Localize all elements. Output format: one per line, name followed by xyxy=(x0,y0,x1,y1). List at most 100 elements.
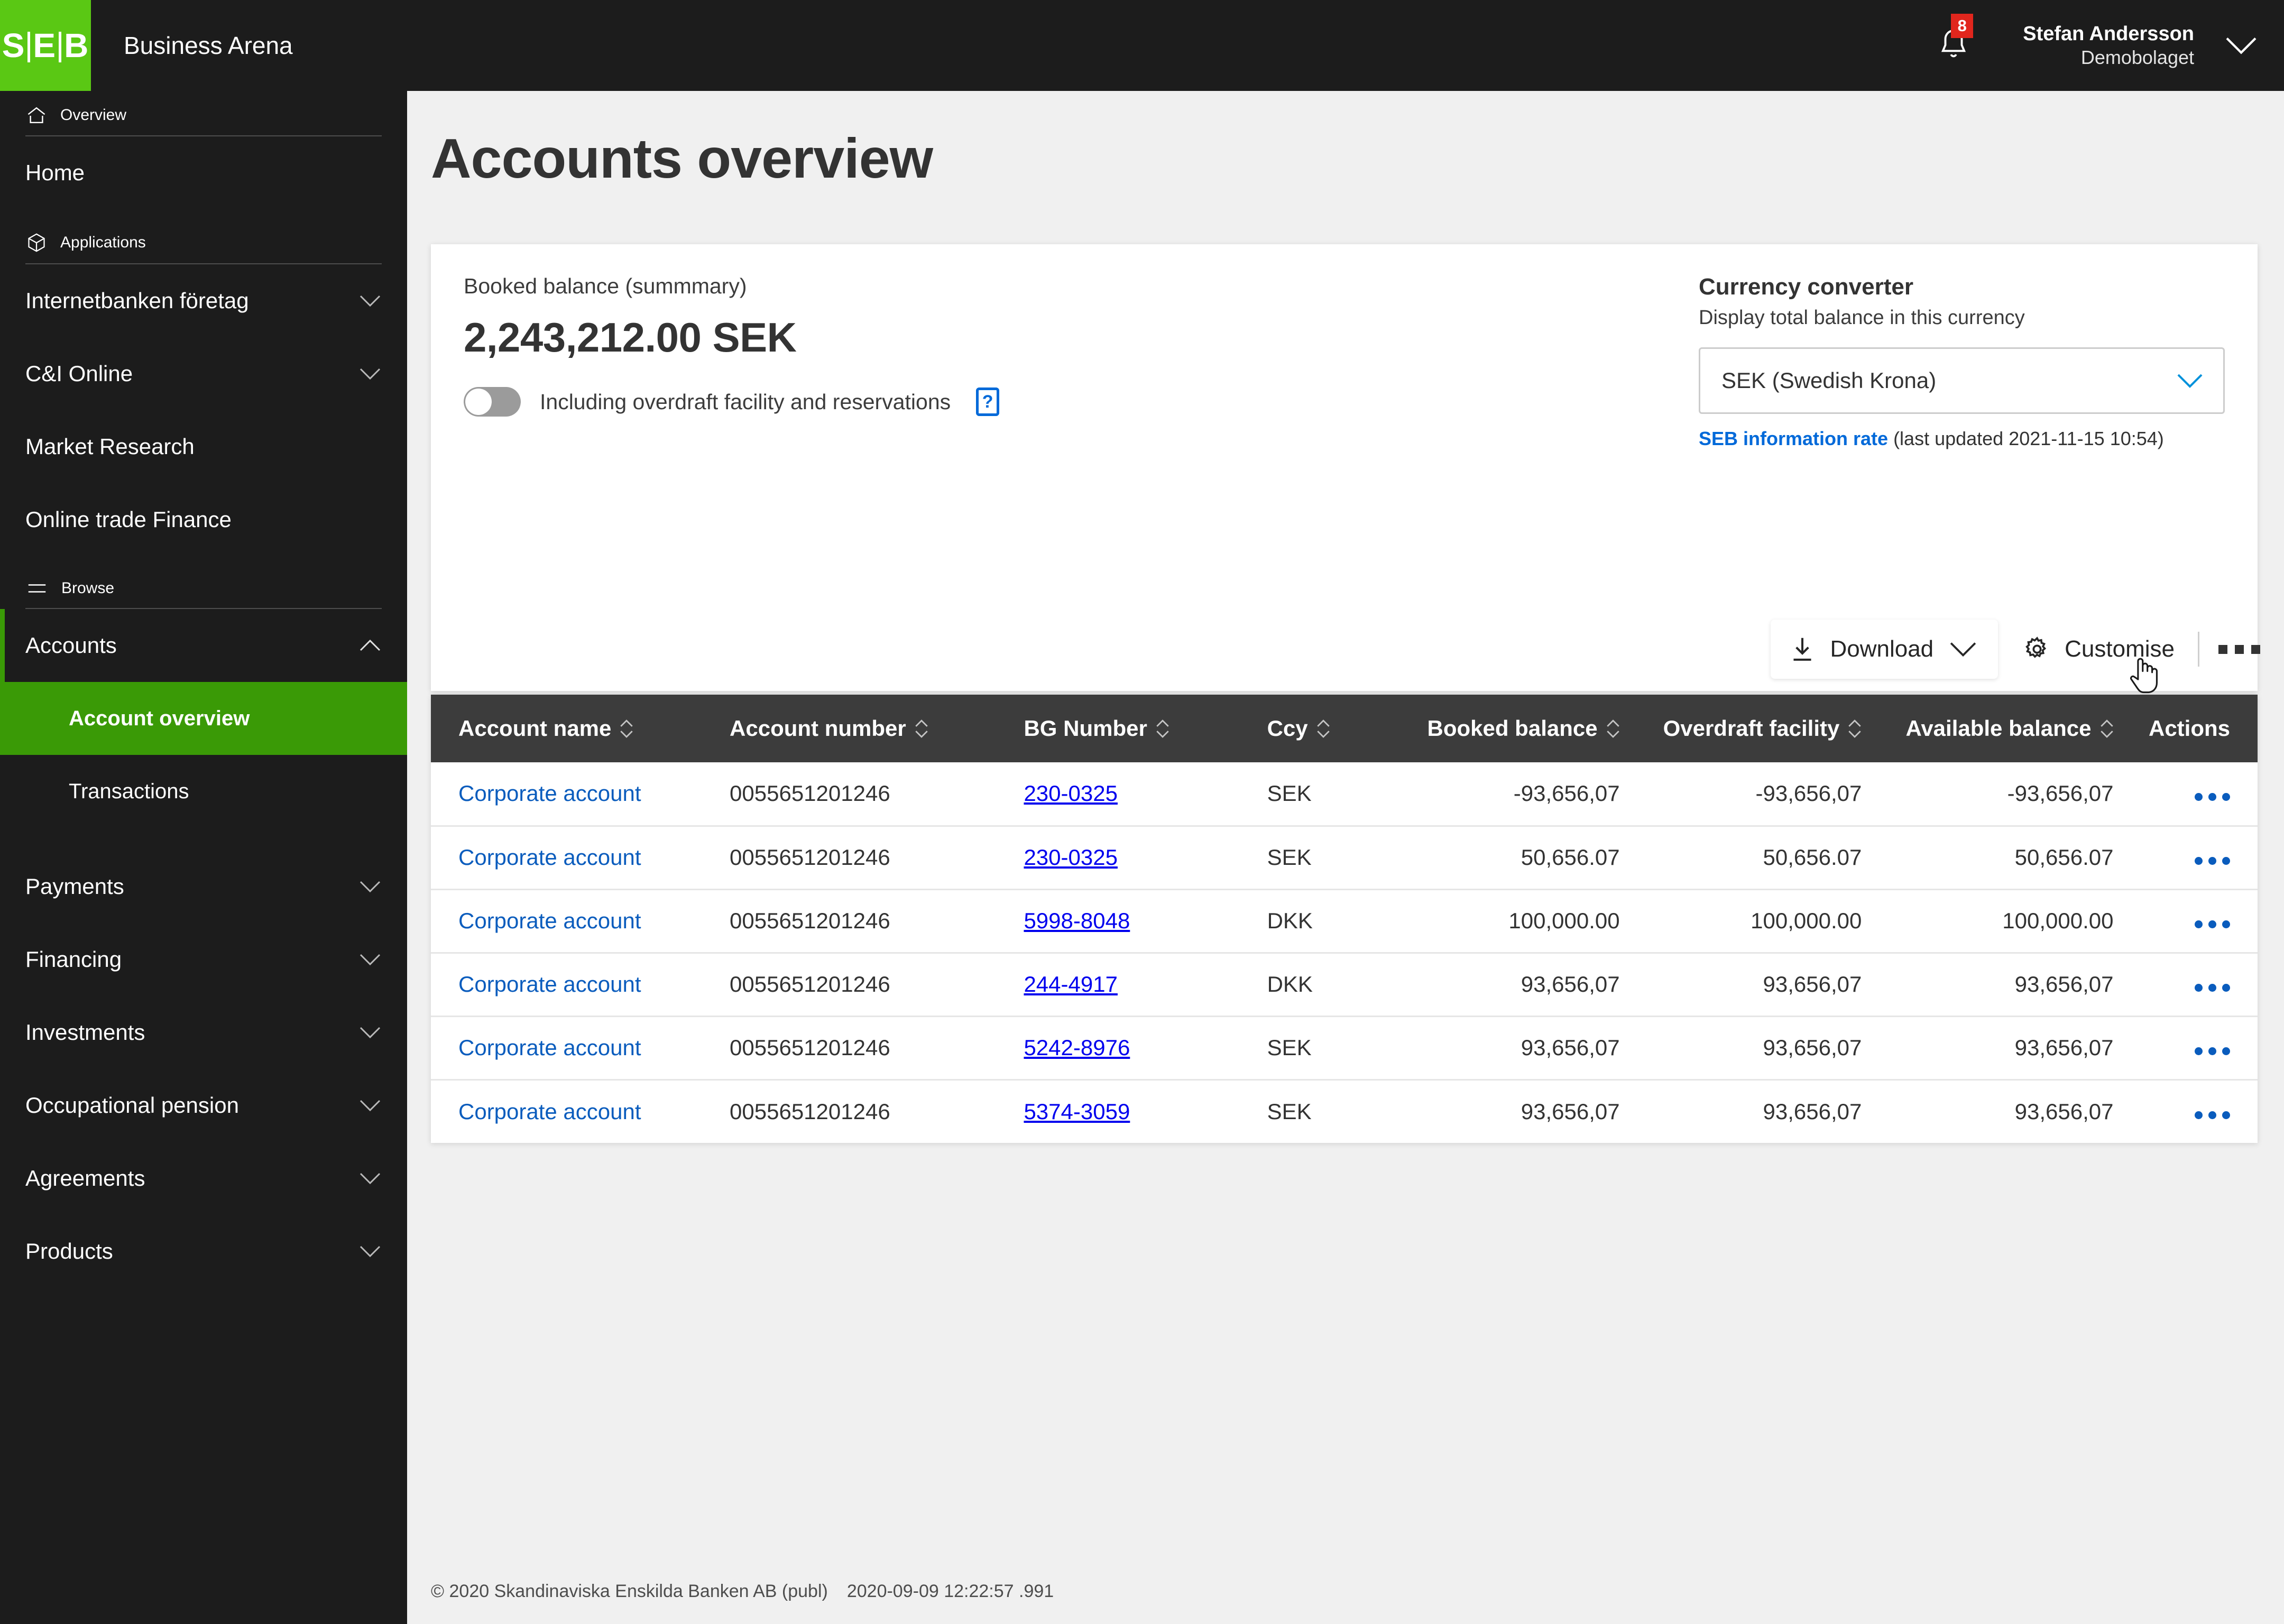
sort-icon xyxy=(1316,719,1330,738)
download-button[interactable]: Download xyxy=(1771,620,1998,679)
account-name-link[interactable]: Corporate account xyxy=(458,845,641,870)
sidebar-section-overview[interactable]: Overview xyxy=(0,91,407,135)
bg-number-link[interactable]: 5242-8976 xyxy=(1024,1035,1130,1060)
bg-number-link[interactable]: 230-0325 xyxy=(1024,845,1118,870)
chevron-down-icon xyxy=(360,881,381,893)
sidebar-item-investments[interactable]: Investments xyxy=(0,996,407,1069)
account-name-link[interactable]: Corporate account xyxy=(458,972,641,996)
home-icon xyxy=(27,107,45,124)
sidebar-item-label: Agreements xyxy=(25,1166,145,1191)
bg-number-link[interactable]: 5374-3059 xyxy=(1024,1099,1130,1124)
bg-number-link[interactable]: 244-4917 xyxy=(1024,972,1118,996)
table-row[interactable]: Corporate account 0055651201246 5374-305… xyxy=(431,1079,2258,1143)
column-header-actions: Actions xyxy=(2141,695,2258,762)
column-header-bg-number[interactable]: BG Number xyxy=(1008,695,1251,762)
chevron-down-icon xyxy=(2177,374,2203,388)
row-actions-button[interactable] xyxy=(2195,920,2230,928)
sidebar-item-financing[interactable]: Financing xyxy=(0,923,407,996)
cell-bg-number[interactable]: 230-0325 xyxy=(1008,762,1251,826)
notifications-button[interactable]: 8 xyxy=(1937,14,1974,63)
sidebar-item-products[interactable]: Products xyxy=(0,1215,407,1288)
sidebar-item-transactions[interactable]: Transactions xyxy=(0,755,407,828)
kebab-dot xyxy=(2251,644,2260,654)
sidebar-section-browse[interactable]: Browse xyxy=(0,556,407,608)
cell-account-name[interactable]: Corporate account xyxy=(431,1079,714,1143)
sidebar-item-label: Payments xyxy=(25,874,124,899)
account-name-link[interactable]: Corporate account xyxy=(458,908,641,933)
sidebar-item-home[interactable]: Home xyxy=(0,136,407,209)
sidebar-section-applications[interactable]: Applications xyxy=(0,209,407,263)
sidebar-item-occupational-pension[interactable]: Occupational pension xyxy=(0,1069,407,1142)
column-header-available-balance[interactable]: Available balance xyxy=(1889,695,2141,762)
cell-bg-number[interactable]: 244-4917 xyxy=(1008,953,1251,1016)
include-overdraft-toggle[interactable] xyxy=(464,387,521,417)
column-header-account-number[interactable]: Account number xyxy=(714,695,1008,762)
seb-information-rate-link[interactable]: SEB information rate xyxy=(1699,428,1888,449)
logo-letter-e: E xyxy=(33,26,57,64)
sidebar-item-market-research[interactable]: Market Research xyxy=(0,410,407,483)
sidebar-item-label: Occupational pension xyxy=(25,1093,239,1118)
sidebar-item-payments[interactable]: Payments xyxy=(0,850,407,923)
seb-logo[interactable]: SEB xyxy=(0,0,91,91)
cell-bg-number[interactable]: 5374-3059 xyxy=(1008,1079,1251,1143)
user-menu-button[interactable] xyxy=(2224,35,2259,56)
cell-ccy: SEK xyxy=(1267,845,1312,870)
account-name-link[interactable]: Corporate account xyxy=(458,1099,641,1124)
account-name-link[interactable]: Corporate account xyxy=(458,1035,641,1060)
customise-button[interactable]: Customise xyxy=(2023,635,2175,663)
column-header-overdraft-facility[interactable]: Overdraft facility xyxy=(1647,695,1890,762)
more-options-button[interactable] xyxy=(2218,644,2260,654)
cell-bg-number[interactable]: 230-0325 xyxy=(1008,826,1251,889)
column-header-ccy[interactable]: Ccy xyxy=(1251,695,1404,762)
row-actions-button[interactable] xyxy=(2195,793,2230,801)
cell-account-name[interactable]: Corporate account xyxy=(431,1016,714,1079)
currency-select[interactable]: SEK (Swedish Krona) xyxy=(1699,347,2225,414)
sidebar-item-agreements[interactable]: Agreements xyxy=(0,1142,407,1215)
row-actions-button[interactable] xyxy=(2195,984,2230,992)
table-row[interactable]: Corporate account 0055651201246 230-0325… xyxy=(431,826,2258,889)
sidebar-item-internetbanken-foretag[interactable]: Internetbanken företag xyxy=(0,264,407,337)
sidebar-item-accounts[interactable]: Accounts xyxy=(0,609,407,682)
column-label: Booked balance xyxy=(1427,716,1598,741)
sidebar-item-ci-online[interactable]: C&I Online xyxy=(0,337,407,410)
top-bar: SEB Business Arena 8 Stefan Andersson De… xyxy=(0,0,2284,91)
row-actions-button[interactable] xyxy=(2195,1047,2230,1055)
cell-account-name[interactable]: Corporate account xyxy=(431,826,714,889)
cell-bg-number[interactable]: 5242-8976 xyxy=(1008,1016,1251,1079)
customise-label: Customise xyxy=(2065,636,2175,662)
sort-icon xyxy=(1848,719,1862,738)
sort-icon xyxy=(1606,719,1620,738)
user-info[interactable]: Stefan Andersson Demobolaget xyxy=(2023,22,2194,69)
column-header-account-name[interactable]: Account name xyxy=(431,695,714,762)
cell-account-name[interactable]: Corporate account xyxy=(431,953,714,1016)
row-actions-button[interactable] xyxy=(2195,1111,2230,1119)
table-row[interactable]: Corporate account 0055651201246 5242-897… xyxy=(431,1016,2258,1079)
kebab-dot xyxy=(2222,920,2230,928)
table-row[interactable]: Corporate account 0055651201246 5998-804… xyxy=(431,889,2258,953)
main-content: Accounts overview Booked balance (summma… xyxy=(407,91,2284,1624)
cell-bg-number[interactable]: 5998-8048 xyxy=(1008,889,1251,953)
cell-ccy: DKK xyxy=(1267,908,1313,933)
hamburger-icon xyxy=(28,584,46,593)
account-name-link[interactable]: Corporate account xyxy=(458,781,641,806)
column-header-booked-balance[interactable]: Booked balance xyxy=(1404,695,1647,762)
table-row[interactable]: Corporate account 0055651201246 230-0325… xyxy=(431,762,2258,826)
help-icon[interactable]: ? xyxy=(976,387,1000,416)
table-row[interactable]: Corporate account 0055651201246 244-4917… xyxy=(431,953,2258,1016)
accounts-table-body: Corporate account 0055651201246 230-0325… xyxy=(431,762,2258,1143)
chevron-up-icon xyxy=(360,639,381,651)
cell-account-name[interactable]: Corporate account xyxy=(431,762,714,826)
column-label: Available balance xyxy=(1905,716,2092,741)
kebab-dot xyxy=(2208,920,2216,928)
bg-number-link[interactable]: 5998-8048 xyxy=(1024,908,1130,933)
sidebar-item-label: Products xyxy=(25,1239,113,1263)
kebab-dot xyxy=(2208,793,2216,801)
cell-account-name[interactable]: Corporate account xyxy=(431,889,714,953)
seb-logo-text: SEB xyxy=(2,26,89,65)
sidebar-item-online-trade-finance[interactable]: Online trade Finance xyxy=(0,483,407,556)
bg-number-link[interactable]: 230-0325 xyxy=(1024,781,1118,806)
sidebar-item-account-overview[interactable]: Account overview xyxy=(0,682,407,755)
download-icon xyxy=(1793,638,1812,661)
row-actions-button[interactable] xyxy=(2195,857,2230,865)
kebab-dot xyxy=(2222,857,2230,865)
